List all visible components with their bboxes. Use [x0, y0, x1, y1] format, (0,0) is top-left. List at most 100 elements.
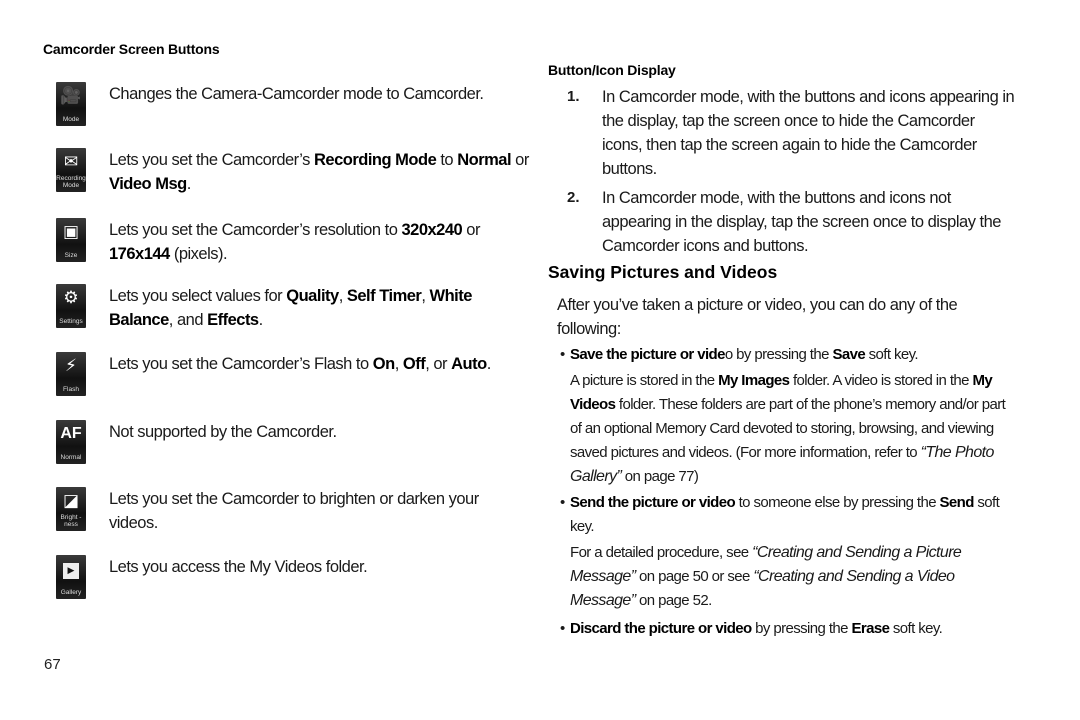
text-run: Lets you set the Camcorder’s resolution …: [109, 221, 402, 239]
icon-caption: Flash: [63, 386, 79, 393]
bullet-dot: •: [560, 346, 565, 363]
bullet-item: • Save the picture or video by pressing t…: [560, 343, 1020, 367]
text-run: , or: [425, 355, 452, 373]
step-text: In Camcorder mode, with the buttons and …: [602, 88, 1015, 178]
step-item: 1. In Camcorder mode, with the buttons a…: [567, 85, 1017, 181]
icon-caption: Gallery: [60, 589, 82, 596]
text-run: For a detailed procedure, see: [570, 544, 753, 561]
bold-term: On: [372, 355, 395, 373]
steps-list: 1. In Camcorder mode, with the buttons a…: [567, 85, 1017, 263]
bullet-item: • Discard the picture or video by pressin…: [560, 617, 1020, 641]
bullet-text: Discard the picture or video by pressing…: [560, 617, 1020, 641]
bold-term: Video Msg: [109, 175, 187, 193]
icon-caption: Normal: [60, 454, 82, 461]
bold-term: Save the picture or vide: [570, 346, 725, 363]
section-title: Saving Pictures and Videos: [548, 262, 778, 282]
bold-term: Effects: [207, 311, 259, 329]
bold-term: 320x240: [401, 221, 463, 239]
bold-term: Quality: [286, 287, 339, 305]
bullet-text: Save the picture or video by pressing th…: [560, 343, 1020, 367]
bold-term: Save: [832, 346, 866, 363]
bold-term: Self Timer: [346, 287, 422, 305]
text-run: A picture is stored in the: [570, 372, 719, 389]
bold-term: 176x144: [109, 245, 170, 263]
text-run: by pressing the: [751, 620, 852, 637]
text-run: Lets you set the Camcorder to brighten o…: [109, 490, 479, 532]
bold-term: Off: [402, 355, 426, 373]
text-run: or: [462, 221, 480, 239]
text-run: Changes the Camera-Camcorder mode to Cam…: [109, 85, 484, 103]
bold-term: Send: [939, 494, 975, 511]
bold-term: Recording Mode: [314, 151, 437, 169]
icon-caption: Mode: [62, 116, 80, 123]
text-run: Lets you access the My Videos folder.: [109, 558, 368, 576]
text-run: .: [258, 311, 264, 329]
page-number: 67: [44, 656, 61, 673]
button-description: Lets you set the Camcorder’s Flash to On…: [109, 352, 529, 376]
icon-glyph: ◪: [62, 491, 80, 511]
text-run: Not supported by the Camcorder.: [109, 423, 337, 441]
bullet-text: Send the picture or video to someone els…: [560, 491, 1020, 539]
button-icon-display-heading: Button/Icon Display: [548, 62, 676, 78]
icon-glyph: ▶: [63, 563, 79, 579]
icon-glyph: 🎥: [60, 86, 82, 106]
text-run: .: [486, 355, 492, 373]
text-run: Lets you set the Camcorder’s: [109, 151, 314, 169]
button-description: Lets you set the Camcorder to brighten o…: [109, 487, 529, 535]
icon-caption: Size: [64, 252, 78, 259]
recording-mode-icon: ✉ Recording Mode: [56, 148, 86, 192]
bold-term: Auto: [451, 355, 487, 373]
camcorder-buttons-heading: Camcorder Screen Buttons: [43, 41, 220, 57]
step-number: 2.: [567, 189, 580, 206]
text-run: soft key.: [865, 346, 919, 363]
text-run: .: [186, 175, 192, 193]
settings-gear-icon: ⚙ Settings: [56, 284, 86, 328]
button-description: Changes the Camera-Camcorder mode to Cam…: [109, 82, 529, 106]
bullet-item: • Send the picture or video to someone el…: [560, 491, 1020, 539]
text-run: soft key.: [889, 620, 943, 637]
step-item: 2. In Camcorder mode, with the buttons a…: [567, 186, 1017, 258]
camcorder-mode-icon: 🎥 Mode: [56, 82, 86, 126]
bullet-dot: •: [560, 494, 565, 511]
text-run: on page 52.: [635, 592, 712, 609]
autofocus-icon: AF Normal: [56, 420, 86, 464]
bold-term: Erase: [851, 620, 890, 637]
icon-caption: Bright -ness: [60, 514, 82, 528]
icon-caption: Recording Mode: [56, 175, 86, 189]
bullet-detail: For a detailed procedure, see “Creating …: [570, 541, 1020, 613]
text-run: ,: [394, 355, 403, 373]
step-number: 1.: [567, 88, 580, 105]
button-description: Lets you set the Camcorder’s resolution …: [109, 218, 529, 266]
text-run: Lets you set the Camcorder’s Flash to: [109, 355, 373, 373]
text-run: folder. A video is stored in the: [789, 372, 973, 389]
text-run: ,: [338, 287, 347, 305]
text-run: ,: [421, 287, 430, 305]
text-run: o by pressing the: [724, 346, 833, 363]
icon-glyph: ⚡: [65, 356, 77, 376]
icon-glyph: ▣: [62, 222, 80, 242]
bold-term: My Images: [718, 372, 790, 389]
bullet-detail: A picture is stored in the My Images fol…: [570, 369, 1020, 489]
bold-term: Normal: [457, 151, 512, 169]
size-icon: ▣ Size: [56, 218, 86, 262]
icon-glyph: ⚙: [63, 288, 79, 308]
text-run: Lets you select values for: [109, 287, 287, 305]
flash-icon: ⚡ Flash: [56, 352, 86, 396]
button-description: Not supported by the Camcorder.: [109, 420, 529, 444]
icon-glyph: ✉: [63, 152, 79, 172]
text-run: (pixels).: [169, 245, 228, 263]
text-run: or: [511, 151, 529, 169]
bold-term: Send the picture or video: [570, 494, 736, 511]
intro-paragraph: After you’ve taken a picture or video, y…: [557, 296, 958, 338]
text-run: on page 77): [621, 468, 699, 485]
button-description: Lets you set the Camcorder’s Recording M…: [109, 148, 529, 196]
gallery-play-icon: ▶ Gallery: [56, 555, 86, 599]
icon-caption: Settings: [59, 318, 83, 325]
text-run: to someone else by pressing the: [735, 494, 940, 511]
brightness-icon: ◪ Bright -ness: [56, 487, 86, 531]
text-run: on page 50 or see: [635, 568, 754, 585]
text-run: to: [436, 151, 458, 169]
step-text: In Camcorder mode, with the buttons and …: [602, 189, 1001, 255]
button-description: Lets you access the My Videos folder.: [109, 555, 529, 579]
icon-glyph: AF: [60, 425, 82, 442]
